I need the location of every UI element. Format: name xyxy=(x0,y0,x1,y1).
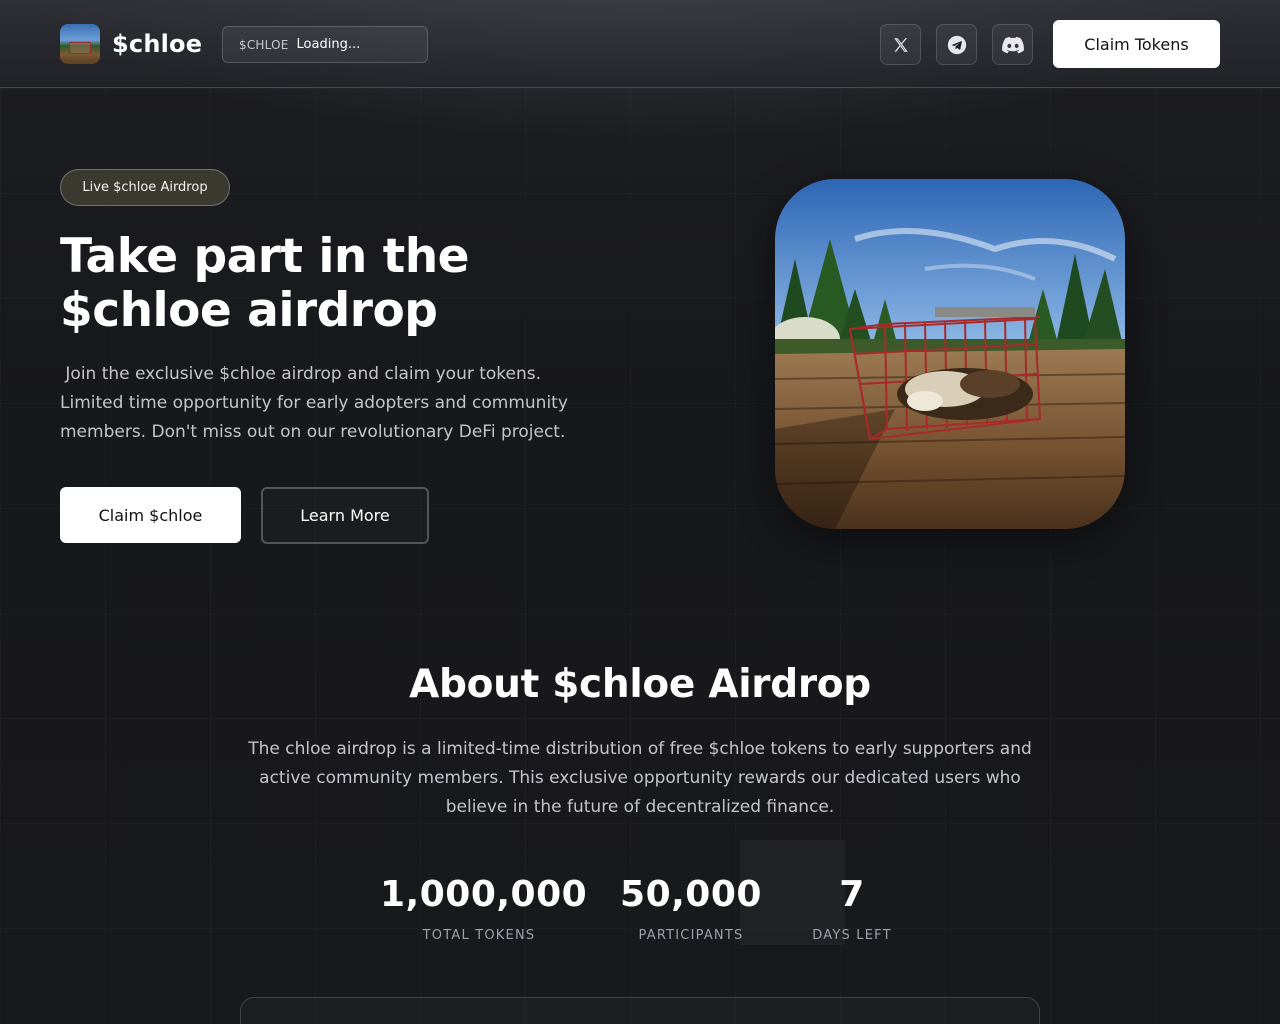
logo-text: $chloe xyxy=(112,30,203,58)
top-navbar: $chloe $CHLOE Loading... Claim Tokens xyxy=(0,0,1280,88)
stat-participants: 50,000 PARTICIPANTS xyxy=(616,872,766,943)
live-airdrop-badge: Live $chloe Airdrop xyxy=(60,169,230,206)
stat-value: 1,000,000 xyxy=(380,874,588,915)
x-twitter-link[interactable] xyxy=(880,24,921,65)
discord-icon xyxy=(1001,36,1024,53)
telegram-icon xyxy=(947,35,966,54)
price-ticker: $CHLOE Loading... xyxy=(222,26,428,63)
about-title: About $chloe Airdrop xyxy=(409,662,871,707)
hero-title: Take part in the $chloe airdrop xyxy=(60,229,470,338)
hero-image xyxy=(775,179,1125,529)
discord-link[interactable] xyxy=(992,24,1033,65)
site-logo-link[interactable]: $chloe xyxy=(60,24,202,64)
telegram-link[interactable] xyxy=(936,24,977,65)
claim-tokens-button[interactable]: Claim Tokens xyxy=(1053,20,1220,68)
claim-card xyxy=(240,997,1040,1024)
ticker-price: Loading... xyxy=(296,37,361,52)
logo-image xyxy=(60,24,100,64)
stat-days-left: 7 DAYS LEFT xyxy=(802,872,902,943)
stat-label: TOTAL TOKENS xyxy=(422,928,536,943)
about-description: The chloe airdrop is a limited-time dist… xyxy=(248,739,1032,817)
stat-value: 50,000 xyxy=(620,874,762,915)
stat-value: 7 xyxy=(839,874,865,915)
stat-label: PARTICIPANTS xyxy=(638,928,744,943)
stat-total-tokens: 1,000,000 TOTAL TOKENS xyxy=(380,872,588,943)
hero-description: Join the exclusive $chloe airdrop and cl… xyxy=(60,364,574,442)
x-icon xyxy=(893,37,908,52)
learn-more-button[interactable]: Learn More xyxy=(261,487,429,544)
ticker-symbol: $CHLOE xyxy=(239,37,289,52)
stat-label: DAYS LEFT xyxy=(812,928,892,943)
claim-chloe-button[interactable]: Claim $chloe xyxy=(60,487,241,543)
